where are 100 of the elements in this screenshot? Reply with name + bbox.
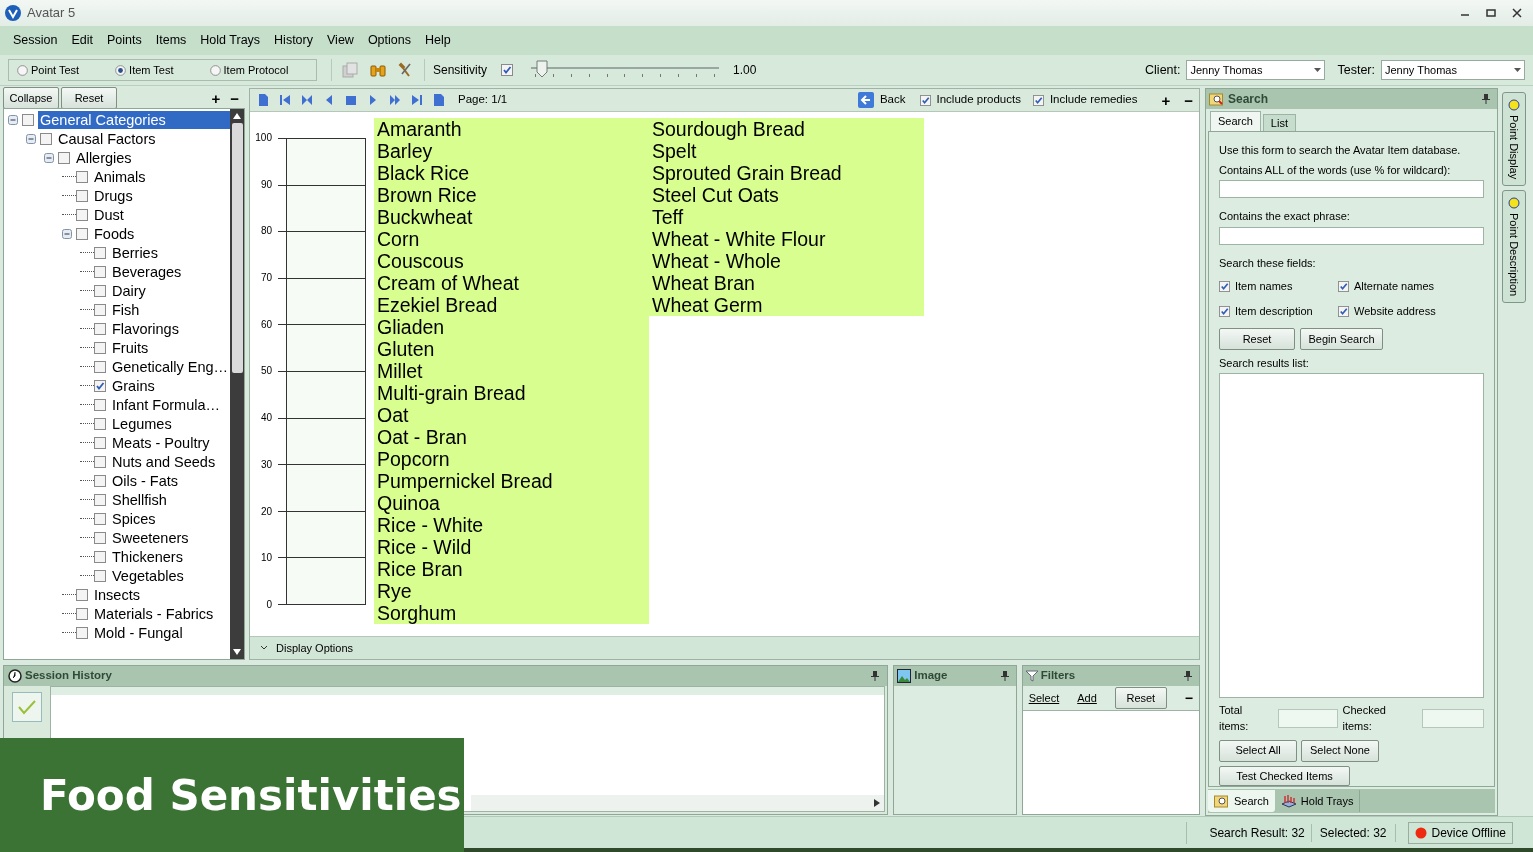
- checkbox-label[interactable]: Website address: [1354, 303, 1436, 320]
- filter-reset-button[interactable]: Reset: [1114, 687, 1167, 709]
- menu-item[interactable]: Hold Trays: [193, 31, 268, 50]
- panel-tab[interactable]: Search: [1210, 111, 1261, 131]
- checkbox[interactable]: [1338, 306, 1349, 318]
- item-entry[interactable]: Oat: [374, 404, 649, 426]
- checkbox-label[interactable]: Include remedies: [1049, 91, 1138, 109]
- item-entry[interactable]: Ezekiel Bread: [374, 294, 649, 316]
- scroll-up-icon[interactable]: [233, 113, 241, 119]
- tree-item[interactable]: Causal Factors: [56, 129, 158, 148]
- slider-thumb[interactable]: [536, 60, 549, 78]
- side-tab-label[interactable]: Point Description: [1505, 213, 1523, 297]
- item-entry[interactable]: Sprouted Grain Bread: [649, 162, 924, 184]
- tree-item[interactable]: Dust: [92, 205, 126, 224]
- collapse-all-button[interactable]: −: [230, 90, 239, 106]
- item-entry[interactable]: Buckwheat: [374, 206, 649, 228]
- checkbox[interactable]: [94, 417, 106, 430]
- begin-search-button[interactable]: Begin Search: [1300, 327, 1383, 350]
- side-tab[interactable]: Point Description: [1502, 190, 1526, 304]
- radio-button[interactable]: [115, 64, 127, 76]
- checkbox-label[interactable]: Item description: [1235, 303, 1313, 320]
- select-all-button[interactable]: Select All: [1219, 739, 1297, 762]
- scroll-down-icon[interactable]: [233, 649, 241, 655]
- checkbox[interactable]: [94, 550, 106, 563]
- filter-link[interactable]: Add: [1077, 689, 1097, 707]
- item-entry[interactable]: Gliaden: [374, 316, 649, 338]
- menu-item[interactable]: Options: [360, 31, 418, 50]
- scroll-right-icon[interactable]: [874, 799, 881, 807]
- item-entry[interactable]: Steel Cut Oats: [649, 184, 924, 206]
- panel-tab[interactable]: Hold Trays: [1274, 790, 1361, 812]
- tree-item[interactable]: Beverages: [110, 262, 184, 281]
- previous-group-icon[interactable]: [300, 93, 314, 107]
- sensitivity-slider[interactable]: [531, 60, 720, 80]
- tree-item[interactable]: Drugs: [92, 186, 135, 205]
- checkbox[interactable]: [94, 569, 106, 582]
- last-page-icon[interactable]: [410, 93, 424, 107]
- checkbox-label[interactable]: Item names: [1235, 277, 1293, 295]
- checkmark-icon[interactable]: [12, 692, 42, 722]
- checkbox[interactable]: [76, 588, 88, 601]
- checkbox[interactable]: [76, 189, 88, 202]
- select-none-button[interactable]: Select None: [1301, 739, 1379, 762]
- checkbox[interactable]: [76, 227, 88, 240]
- tree-item[interactable]: Grains: [110, 376, 157, 395]
- item-entry[interactable]: Sorghum: [374, 602, 649, 624]
- item-entry[interactable]: Rice - White: [374, 514, 649, 536]
- tree-item[interactable]: Animals: [92, 167, 148, 186]
- back-button[interactable]: Back: [879, 91, 906, 109]
- menu-item[interactable]: Help: [417, 31, 458, 50]
- item-entry[interactable]: Rice Bran: [374, 558, 649, 580]
- tree-item[interactable]: Mold - Fungal: [92, 623, 185, 642]
- checkbox[interactable]: [94, 512, 106, 525]
- first-page-icon[interactable]: [278, 93, 292, 107]
- tree-item[interactable]: Legumes: [110, 414, 174, 433]
- tree-item[interactable]: Vegetables: [110, 566, 186, 585]
- item-entry[interactable]: Millet: [374, 360, 649, 382]
- checkbox[interactable]: [1219, 306, 1230, 318]
- tree-item[interactable]: Oils - Fats: [110, 471, 181, 490]
- menu-item[interactable]: Items: [148, 31, 194, 50]
- checkbox[interactable]: [22, 113, 34, 126]
- item-entry[interactable]: Pumpernickel Bread: [374, 470, 649, 492]
- checkbox[interactable]: [94, 303, 106, 316]
- reset-button[interactable]: Reset: [61, 87, 117, 109]
- radio-label[interactable]: Item Protocol: [223, 61, 289, 79]
- checkbox[interactable]: [94, 531, 106, 544]
- item-entry[interactable]: Spelt: [649, 140, 924, 162]
- menu-item[interactable]: View: [320, 31, 361, 50]
- checkbox[interactable]: [94, 455, 106, 468]
- tree-item[interactable]: General Categories: [38, 110, 230, 129]
- item-entry[interactable]: Quinoa: [374, 492, 649, 514]
- item-entry[interactable]: Wheat - White Flour: [649, 228, 924, 250]
- tree-item[interactable]: Infant Formula…: [110, 395, 222, 414]
- tree-item[interactable]: Shellfish: [110, 490, 169, 509]
- checkbox[interactable]: [94, 379, 106, 392]
- radio-button[interactable]: [17, 64, 28, 76]
- remove-button[interactable]: −: [1184, 92, 1193, 108]
- checked-items-field[interactable]: [1422, 708, 1484, 728]
- all-words-field[interactable]: [1219, 180, 1484, 199]
- menu-item[interactable]: Points: [100, 31, 149, 50]
- display-options-bar[interactable]: Display Options: [250, 637, 1199, 659]
- tree-item[interactable]: Allergies: [74, 148, 134, 167]
- next-group-icon[interactable]: [388, 93, 402, 107]
- checkbox[interactable]: [76, 626, 88, 639]
- client-dropdown[interactable]: Jenny Thomas: [1186, 60, 1326, 80]
- checkbox[interactable]: [94, 284, 106, 297]
- scrollbar[interactable]: [230, 109, 244, 659]
- pin-icon[interactable]: [871, 671, 880, 681]
- remove-filter-button[interactable]: −: [1184, 691, 1193, 705]
- tools-icon[interactable]: [398, 62, 414, 78]
- checkbox-label[interactable]: Include products: [936, 91, 1021, 109]
- side-tab-label[interactable]: Point Display: [1505, 115, 1523, 180]
- radio-label[interactable]: Point Test: [31, 61, 80, 79]
- checkbox[interactable]: [501, 64, 514, 76]
- tree-item[interactable]: Thickeners: [110, 547, 185, 566]
- panel-tab[interactable]: Search: [1208, 790, 1275, 812]
- item-entry[interactable]: Couscous: [374, 250, 649, 272]
- side-tab[interactable]: Point Display: [1502, 92, 1526, 187]
- checkbox[interactable]: [94, 360, 106, 373]
- tree-item[interactable]: Foods: [92, 224, 137, 243]
- exact-phrase-field[interactable]: [1219, 226, 1484, 246]
- tree-item[interactable]: Spices: [110, 509, 158, 528]
